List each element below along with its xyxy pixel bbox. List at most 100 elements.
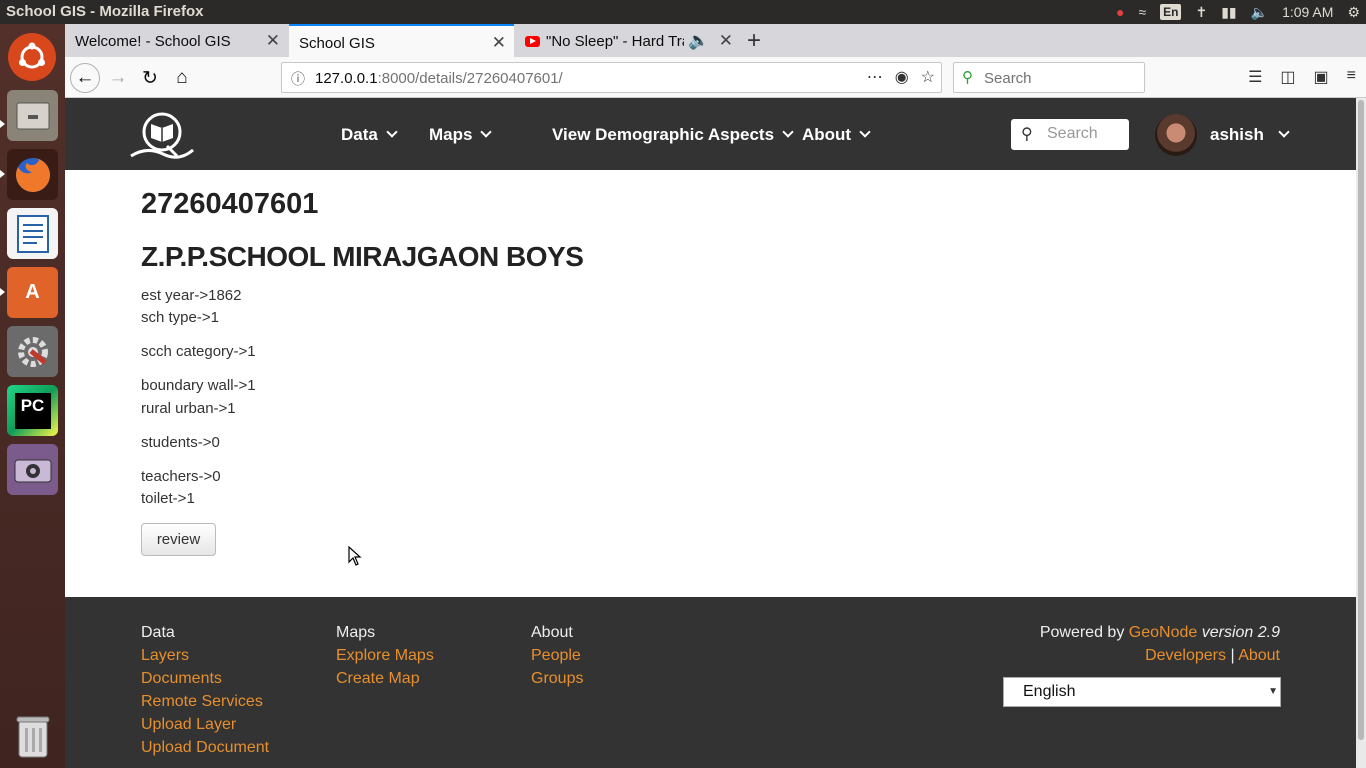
camera-icon[interactable]: ● [1116, 4, 1124, 20]
bluetooth-icon[interactable]: ✝ [1195, 4, 1207, 21]
os-top-panel: School GIS - Mozilla Firefox ● ≈ En ✝ ▮▮… [0, 0, 1366, 24]
geonode-logo[interactable] [127, 110, 197, 162]
tab-school-gis[interactable]: School GIS ✕ [289, 24, 514, 57]
footer-column-data: Data Layers Documents Remote Services Up… [141, 624, 269, 762]
more-actions-icon[interactable]: ⋯ [867, 67, 883, 87]
chevron-down-icon [480, 126, 493, 138]
site-search-input[interactable]: ⚲ Search [1011, 119, 1129, 150]
user-menu[interactable]: ashish [1210, 125, 1290, 145]
gear-icon[interactable]: ⚙ [1347, 4, 1360, 21]
geonode-link[interactable]: GeoNode [1129, 624, 1198, 641]
volume-icon[interactable]: 🔈 [1251, 4, 1268, 21]
tab-label: Welcome! - School GIS [75, 33, 231, 50]
footer-secondary-links: Developers | About [1145, 647, 1280, 664]
footer-link-people[interactable]: People [531, 647, 583, 670]
software-center-icon[interactable]: A [7, 267, 58, 318]
tab-youtube[interactable]: "No Sleep" - Hard Trap 🔈 ✕ [515, 24, 741, 57]
field-sch-type: sch type->1 [141, 309, 219, 326]
close-icon[interactable]: 🔈 ✕ [684, 31, 733, 51]
field-est-year: est year->1862 [141, 287, 242, 304]
footer-link-remote-services[interactable]: Remote Services [141, 693, 269, 716]
pycharm-icon[interactable]: PC [7, 385, 58, 436]
library-icon[interactable]: ☰ [1248, 67, 1262, 87]
trash-icon[interactable] [7, 710, 58, 761]
footer-heading: Data [141, 624, 175, 641]
review-button[interactable]: review [141, 523, 216, 556]
footer-heading: Maps [336, 624, 376, 641]
chevron-down-icon [859, 126, 871, 138]
system-tray: ● ≈ En ✝ ▮▮ 🔈 1:09 AM ⚙ [1116, 0, 1360, 24]
reload-button[interactable]: ↻ [135, 63, 165, 93]
sidebar-icon[interactable]: ◫ [1280, 67, 1295, 87]
tab-label: "No Sleep" - Hard Trap [546, 33, 699, 50]
running-indicator [0, 120, 5, 128]
close-icon[interactable]: ✕ [492, 33, 506, 53]
battery-icon[interactable]: ▮▮ [1221, 4, 1236, 21]
field-teachers: teachers->0 [141, 468, 221, 485]
tab-strip: Welcome! - School GIS ✕ School GIS ✕ "No… [65, 24, 1366, 57]
system-settings-icon[interactable] [7, 326, 58, 377]
chevron-down-icon [386, 126, 398, 138]
footer-link-layers[interactable]: Layers [141, 647, 269, 670]
youtube-icon [525, 36, 540, 47]
keyboard-layout-indicator[interactable]: En [1160, 4, 1182, 20]
new-tab-button[interactable]: + [747, 27, 761, 55]
browser-search-input[interactable]: ⚲ Search [953, 62, 1145, 93]
chevron-down-icon [1278, 126, 1290, 138]
nav-menu-demographic[interactable]: View Demographic Aspects [552, 125, 794, 145]
field-boundary-wall: boundary wall->1 [141, 377, 256, 394]
nav-menu-data[interactable]: Data [341, 125, 398, 145]
url-text[interactable]: 127.0.0.1:8000/details/27260407601/ [315, 70, 563, 87]
back-button[interactable]: ← [70, 63, 100, 93]
developers-link[interactable]: Developers [1145, 647, 1226, 664]
powered-by: Powered by GeoNode version 2.9 [1039, 624, 1280, 641]
field-toilet: toilet->1 [141, 490, 195, 507]
search-icon: ⚲ [1021, 126, 1033, 143]
chevron-down-icon: ▼ [1268, 686, 1278, 697]
footer-link-documents[interactable]: Documents [141, 670, 269, 693]
search-placeholder: Search [984, 70, 1032, 87]
libreoffice-writer-icon[interactable] [7, 208, 58, 259]
footer-link-upload-document[interactable]: Upload Document [141, 739, 269, 762]
close-icon[interactable]: ✕ [266, 31, 280, 51]
files-icon[interactable] [7, 90, 58, 141]
selenium-icon[interactable]: ▣ [1314, 67, 1329, 87]
vertical-scrollbar[interactable] [1356, 98, 1366, 768]
firefox-icon[interactable] [7, 149, 58, 200]
forward-button[interactable]: → [103, 63, 133, 93]
avatar[interactable] [1155, 114, 1197, 156]
hamburger-menu-icon[interactable]: ≡ [1347, 67, 1356, 87]
url-bar[interactable]: ⓘ 127.0.0.1:8000/details/27260407601/ ⋯ … [281, 62, 942, 93]
running-indicator [0, 288, 5, 296]
wifi-icon[interactable]: ≈ [1138, 4, 1146, 20]
footer-heading: About [531, 624, 573, 641]
footer-link-groups[interactable]: Groups [531, 670, 583, 693]
screen-recorder-icon[interactable] [7, 444, 58, 495]
pocket-icon[interactable]: ◉ [895, 67, 909, 87]
page-content: Data Maps View Demographic Aspects About… [65, 98, 1356, 768]
school-code-heading: 27260407601 [141, 188, 319, 220]
about-link[interactable]: About [1238, 647, 1280, 664]
footer-link-create-map[interactable]: Create Map [336, 670, 434, 693]
footer-column-maps: Maps Explore Maps Create Map [336, 624, 434, 693]
info-icon[interactable]: ⓘ [291, 69, 305, 89]
language-select[interactable]: English ▼ [1003, 677, 1281, 707]
toolbar-icons: ☰ ◫ ▣ ≡ [1248, 67, 1356, 87]
nav-menu-maps[interactable]: Maps [429, 125, 493, 145]
bookmark-star-icon[interactable]: ☆ [921, 67, 935, 87]
nav-menu-about[interactable]: About [802, 125, 871, 145]
scrollbar-thumb[interactable] [1358, 100, 1364, 740]
footer-link-upload-layer[interactable]: Upload Layer [141, 716, 269, 739]
ubuntu-dash-icon[interactable] [8, 33, 56, 81]
footer-link-explore-maps[interactable]: Explore Maps [336, 647, 434, 670]
firefox-window: Welcome! - School GIS ✕ School GIS ✕ "No… [65, 24, 1366, 768]
home-button[interactable]: ⌂ [167, 63, 197, 93]
footer-column-about: About People Groups [531, 624, 583, 693]
field-students: students->0 [141, 434, 220, 451]
mouse-cursor-icon [348, 546, 362, 566]
tab-welcome[interactable]: Welcome! - School GIS ✕ [65, 24, 288, 57]
site-navbar: Data Maps View Demographic Aspects About… [65, 98, 1356, 170]
launcher: A PC [0, 24, 65, 768]
clock[interactable]: 1:09 AM [1282, 4, 1333, 20]
school-name-heading: Z.P.P.SCHOOL MIRAJGAON BOYS [141, 241, 584, 272]
